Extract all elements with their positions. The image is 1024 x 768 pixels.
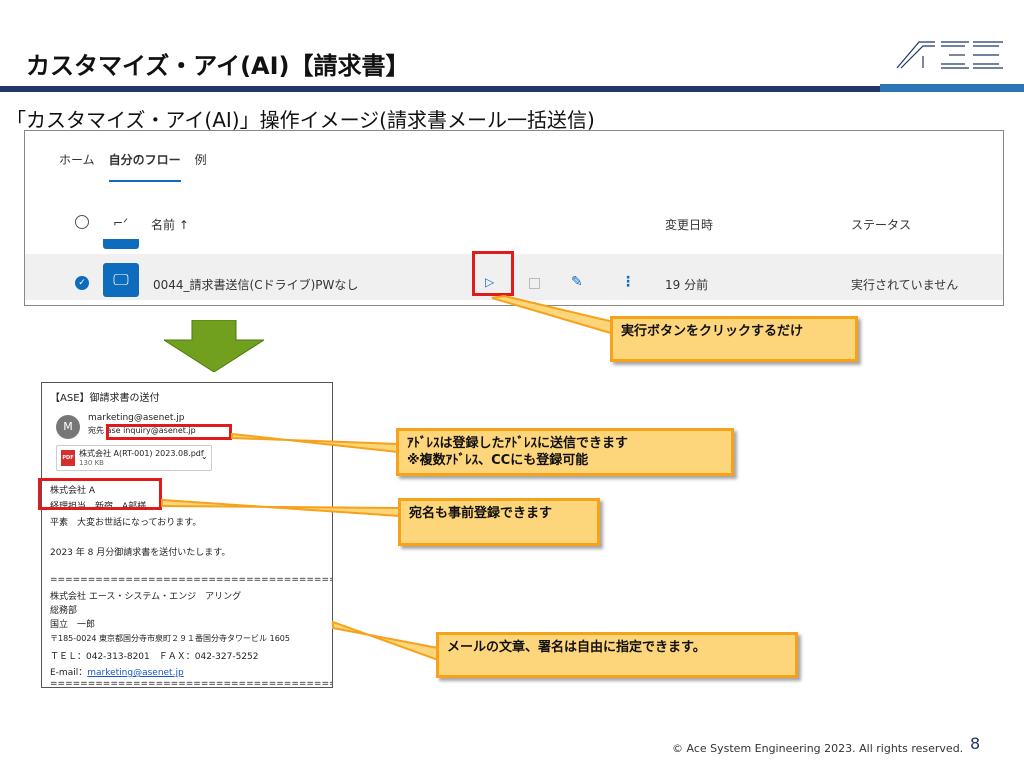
email-body-line: ＴＥＬ：042-313-8201 ＦＡＸ：042-327-5252	[50, 652, 259, 662]
selection-indicator	[103, 239, 139, 249]
address-highlight	[106, 424, 232, 440]
copyright-footer: © Ace System Engineering 2023. All right…	[672, 742, 964, 755]
email-body-line: ========================================	[50, 679, 333, 688]
attachment-size: 130 KB	[79, 459, 104, 467]
row-selected-check-icon[interactable]: ✓	[75, 276, 89, 290]
tab-my-flows[interactable]: 自分のフロー	[108, 151, 181, 182]
more-options-icon[interactable]: ⋮	[621, 274, 635, 290]
slide-subtitle: 「カスタマイズ・アイ(AI)」操作イメージ(請求書メール一括送信)	[6, 108, 595, 132]
flow-status: 実行されていません	[851, 278, 959, 292]
email-body-line: ========================================…	[50, 575, 333, 585]
column-header-status[interactable]: ステータス	[851, 216, 911, 233]
callout-body: メールの文章、署名は自由に指定できます。	[436, 632, 798, 678]
callout-recipient: 宛名も事前登録できます	[398, 498, 600, 546]
email-body-line: 平素 大変お世話になっております。	[50, 518, 202, 528]
email-body-line: 総務部	[50, 606, 78, 616]
callout-address-line1: ｱﾄﾞﾚｽは登録したｱﾄﾞﾚｽに送信できます	[407, 436, 629, 451]
title-underline-accent	[880, 84, 1024, 92]
page-number: 8	[970, 734, 981, 753]
slide-title: カスタマイズ・アイ(AI)【請求書】	[26, 52, 410, 80]
title-underline	[0, 86, 880, 92]
edit-pencil-icon[interactable]: ✎	[571, 274, 583, 290]
callout-address-line2: ※複数ｱﾄﾞﾚｽ、CCにも登録可能	[407, 453, 589, 468]
email-body-line: 国立 一郎	[50, 620, 96, 630]
email-body-line: 〒185-0024 東京都国分寺市泉町２９１番国分寺タワービル 1605	[50, 634, 290, 643]
pdf-icon: PDF	[61, 450, 75, 466]
flow-modified: 19 分前	[665, 278, 709, 292]
column-header-name[interactable]: 名前 ↑	[151, 216, 189, 233]
email-subject: 【ASE】御請求書の送付	[50, 393, 160, 404]
stop-button[interactable]	[529, 278, 540, 289]
tab-home[interactable]: ホーム	[59, 151, 95, 182]
attachment-card[interactable]: PDF 株式会社 A(RT-001) 2023.08.pdf 130 KB ⌄	[56, 445, 212, 471]
email-body-line: 株式会社 エース・システム・エンジ アリング	[50, 592, 242, 602]
run-button[interactable]: ▷	[485, 275, 494, 289]
chevron-down-icon[interactable]: ⌄	[201, 452, 208, 461]
attachment-name: 株式会社 A(RT-001) 2023.08.pdf	[79, 449, 204, 458]
recipient-highlight	[38, 478, 162, 510]
run-button-highlight	[472, 251, 514, 296]
email-address-line: E-mail：marketing@asenet.jp	[50, 665, 184, 678]
flow-list-panel: ホーム 自分のフロー 例 ⌐ᐟ 名前 ↑ 変更日時 ステータス ✓ 🖵 0044…	[24, 130, 1004, 306]
down-arrow-icon	[164, 320, 264, 372]
select-all-radio[interactable]	[75, 215, 89, 229]
avatar: M	[56, 415, 80, 439]
email-label: E-mail：	[50, 668, 88, 678]
callout-run: 実行ボタンをクリックするだけ	[610, 316, 858, 362]
ase-logo	[896, 41, 1003, 69]
flow-type-icon: ⌐ᐟ	[113, 216, 129, 230]
email-body-line: 2023 年 8 月分御請求書を送付いたします。	[50, 548, 231, 558]
desktop-flow-icon: 🖵	[103, 263, 139, 297]
email-sender: marketing@asenet.jp	[88, 413, 185, 423]
email-link[interactable]: marketing@asenet.jp	[87, 668, 183, 678]
callout-address: ｱﾄﾞﾚｽは登録したｱﾄﾞﾚｽに送信できます ※複数ｱﾄﾞﾚｽ、CCにも登録可能	[396, 428, 734, 476]
tab-examples[interactable]: 例	[195, 151, 207, 182]
flow-tabs: ホーム 自分のフロー 例	[59, 151, 207, 182]
column-header-modified[interactable]: 変更日時	[665, 216, 713, 233]
flow-name[interactable]: 0044_請求書送信(Cドライブ)PWなし	[153, 276, 358, 293]
